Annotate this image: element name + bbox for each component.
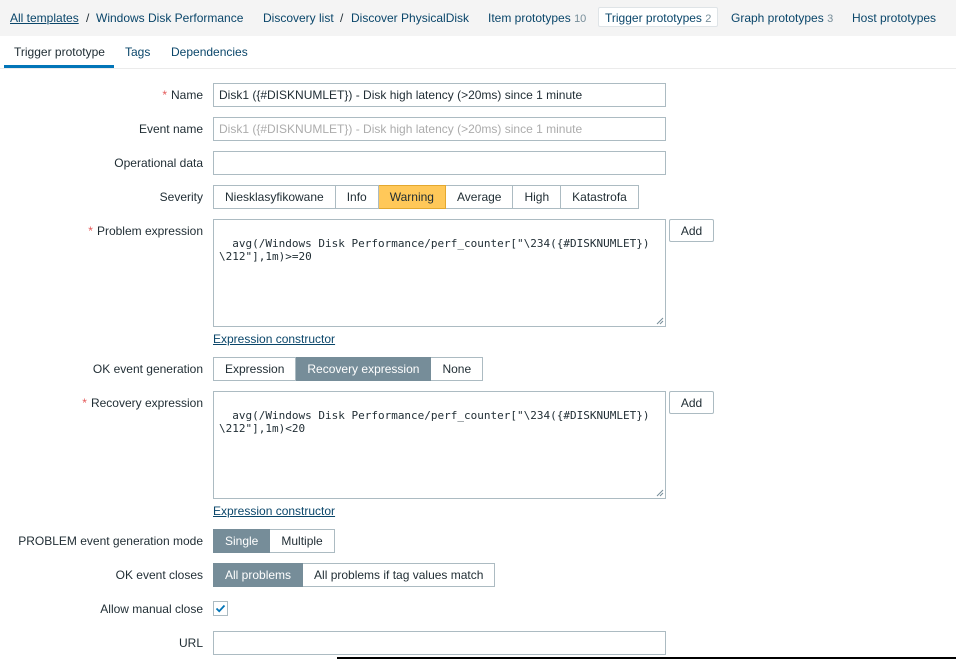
allow-manual-close-checkbox[interactable] (213, 601, 228, 616)
event-name-label: Event name (138, 122, 203, 136)
add-problem-expression-button[interactable]: Add (669, 219, 714, 242)
form-tabs: Trigger prototype Tags Dependencies (0, 36, 956, 69)
breadcrumb: All templates / Windows Disk Performance… (0, 0, 956, 37)
severity-selector: Niesklasyfikowane Info Warning Average H… (213, 185, 639, 209)
ok-event-closes-all-problems[interactable]: All problems (213, 563, 304, 587)
severity-info[interactable]: Info (335, 185, 379, 209)
severity-warning[interactable]: Warning (378, 185, 446, 209)
recovery-expression-field[interactable]: avg(/Windows Disk Performance/perf_count… (213, 391, 666, 499)
recovery-expression-constructor-link[interactable]: Expression constructor (213, 504, 335, 518)
problem-mode-selector: Single Multiple (213, 529, 335, 553)
allow-manual-close-label: Allow manual close (100, 602, 203, 616)
problem-mode-multiple[interactable]: Multiple (270, 529, 335, 553)
graph-prototypes-label: Graph prototypes (731, 11, 824, 25)
ok-event-closes-label: OK event closes (115, 568, 203, 582)
problem-expression-field[interactable]: avg(/Windows Disk Performance/perf_count… (213, 219, 666, 327)
severity-average[interactable]: Average (445, 185, 514, 209)
ok-event-generation-selector: Expression Recovery expression None (213, 357, 484, 381)
expression-constructor-link[interactable]: Expression constructor (213, 332, 335, 346)
trigger-prototypes-label: Trigger prototypes (605, 11, 702, 25)
tab-trigger-prototype[interactable]: Trigger prototype (14, 45, 105, 59)
breadcrumb-separator: / (86, 11, 90, 25)
url-label: URL (178, 636, 203, 650)
problem-mode-single[interactable]: Single (213, 529, 271, 553)
resize-handle-icon[interactable] (656, 489, 664, 497)
url-field[interactable] (213, 631, 666, 655)
trigger-prototypes-count: 2 (705, 13, 712, 25)
breadcrumb-discovery-list[interactable]: Discovery list (263, 11, 334, 25)
ok-event-generation-recovery-expression[interactable]: Recovery expression (296, 357, 432, 381)
name-field[interactable]: Disk1 ({#DISKNUMLET}) - Disk high latenc… (213, 83, 666, 107)
required-asterisk: * (88, 224, 93, 238)
ok-event-generation-expression[interactable]: Expression (213, 357, 297, 381)
severity-disaster[interactable]: Katastrofa (561, 185, 639, 209)
severity-high[interactable]: High (513, 185, 562, 209)
breadcrumb-discovery-rule[interactable]: Discover PhysicalDisk (351, 11, 469, 25)
item-prototypes-count: 10 (574, 13, 587, 25)
resize-handle-icon[interactable] (656, 317, 664, 325)
name-label: * Name (162, 88, 203, 102)
breadcrumb-separator: / (340, 11, 344, 25)
recovery-expression-text: avg(/Windows Disk Performance/perf_count… (219, 409, 650, 435)
ok-event-closes-selector: All problems All problems if tag values … (213, 563, 496, 587)
active-tab-indicator (4, 65, 114, 68)
breadcrumb-all-templates[interactable]: All templates (10, 11, 79, 25)
breadcrumb-trigger-prototypes[interactable]: Trigger prototypes 2 (598, 7, 719, 27)
required-asterisk: * (82, 396, 87, 410)
ok-event-generation-label: OK event generation (92, 362, 203, 376)
breadcrumb-template[interactable]: Windows Disk Performance (96, 11, 243, 25)
problem-mode-label: PROBLEM event generation mode (18, 534, 203, 548)
breadcrumb-host-prototypes[interactable]: Host prototypes (852, 11, 936, 25)
recovery-expression-label: * Recovery expression (82, 396, 203, 410)
operational-data-label: Operational data (114, 156, 203, 170)
severity-not-classified[interactable]: Niesklasyfikowane (213, 185, 336, 209)
ok-event-closes-tag-match[interactable]: All problems if tag values match (303, 563, 496, 587)
checkmark-icon (215, 604, 226, 613)
breadcrumb-graph-prototypes[interactable]: Graph prototypes 3 (731, 11, 833, 25)
ok-event-generation-none[interactable]: None (431, 357, 484, 381)
tab-tags[interactable]: Tags (125, 45, 150, 59)
graph-prototypes-count: 3 (827, 13, 834, 25)
problem-expression-text: avg(/Windows Disk Performance/perf_count… (219, 237, 650, 263)
event-name-field[interactable]: Disk1 ({#DISKNUMLET}) - Disk high latenc… (213, 117, 666, 141)
tab-dependencies[interactable]: Dependencies (171, 45, 248, 59)
required-asterisk: * (162, 88, 167, 102)
item-prototypes-label: Item prototypes (488, 11, 571, 25)
problem-expression-label: * Problem expression (88, 224, 203, 238)
severity-label: Severity (159, 190, 203, 204)
breadcrumb-item-prototypes[interactable]: Item prototypes 10 (488, 11, 586, 25)
add-recovery-expression-button[interactable]: Add (669, 391, 714, 414)
operational-data-field[interactable] (213, 151, 666, 175)
